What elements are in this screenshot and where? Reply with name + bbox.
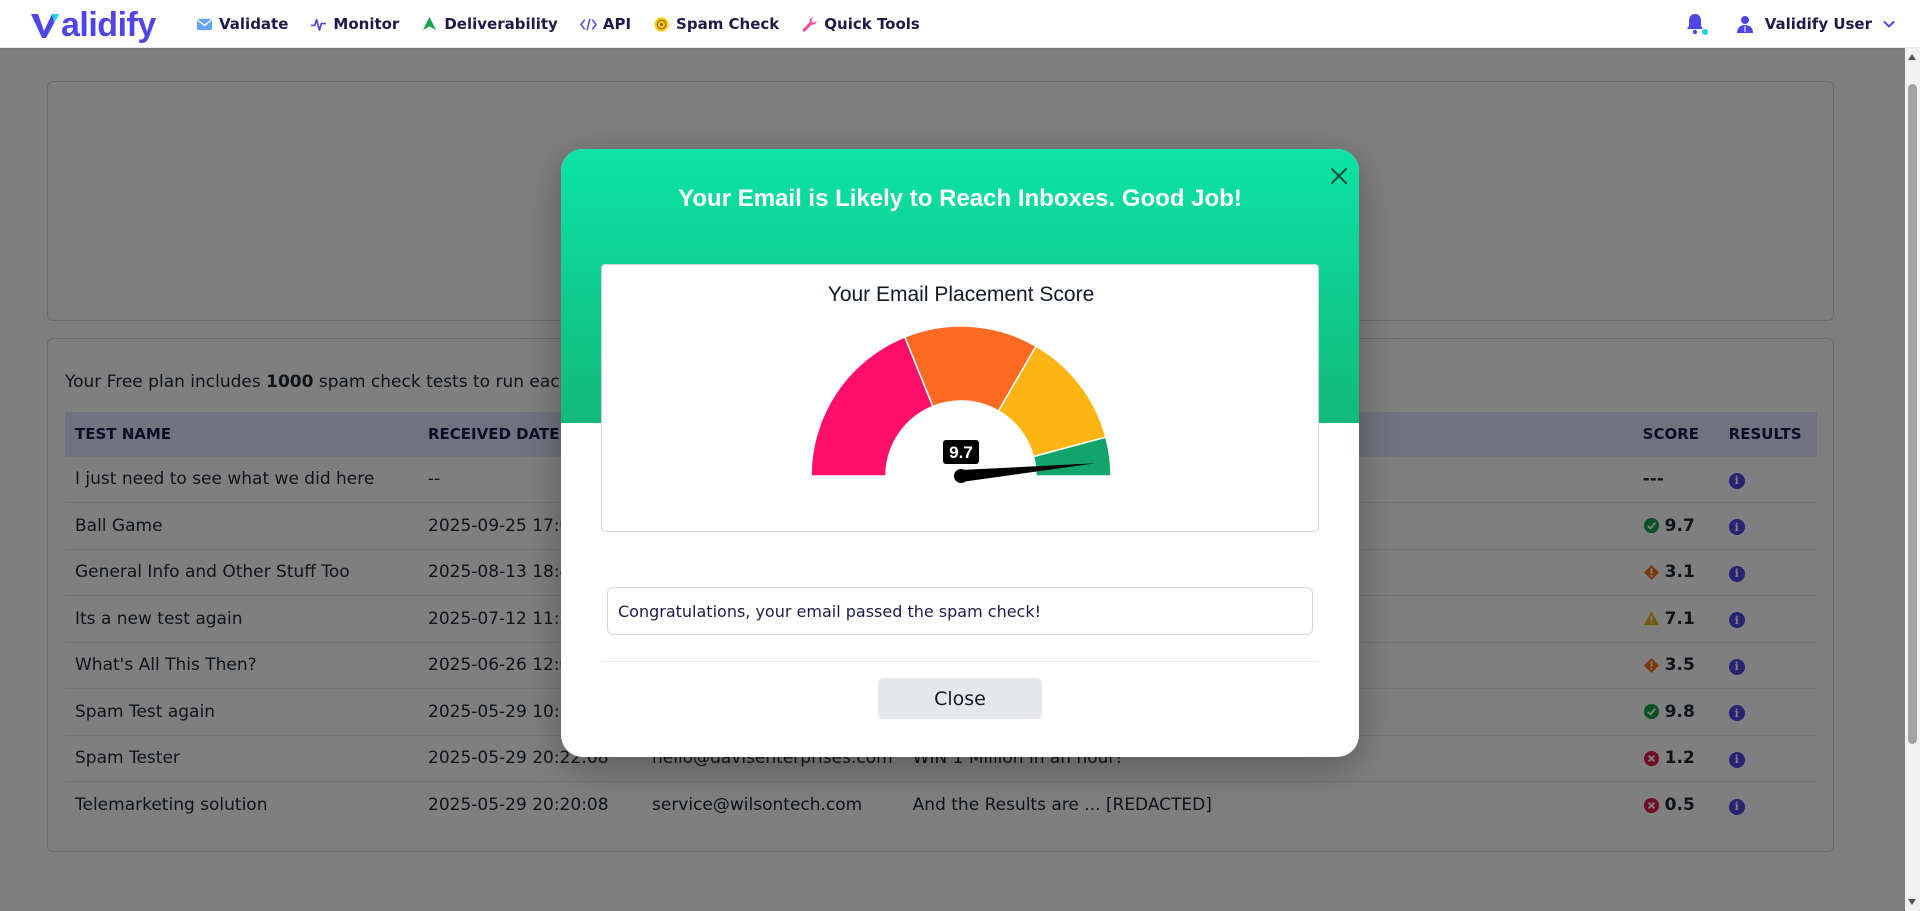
brand-name: alidify [61,6,156,44]
nav-validate[interactable]: Validate [196,15,288,33]
nav-right: Validify User [1683,0,1896,48]
nav-monitor-label: Monitor [333,15,400,33]
result-message: Congratulations, your email passed the s… [607,587,1313,635]
envelope-icon [196,18,213,30]
user-name: Validify User [1764,15,1872,33]
nav-api[interactable]: API [579,15,632,33]
top-navbar: alidify Validate Monitor Deliverability … [0,0,1920,48]
brand-logo[interactable]: alidify [30,6,156,45]
paper-plane-icon [423,16,437,30]
logo-v-icon [31,13,59,38]
user-icon [1736,16,1753,33]
notification-dot [1700,28,1709,36]
nav-api-label: API [602,15,632,33]
scroll-down-arrow[interactable] [1908,899,1916,905]
pulse-icon [311,18,327,31]
nav-deliverability[interactable]: Deliverability [421,15,558,33]
wrench-icon [802,16,817,32]
nav-spam-check[interactable]: Spam Check [653,15,779,33]
nav-monitor[interactable]: Monitor [310,15,399,33]
main-nav: Validate Monitor Deliverability API Spam… [196,0,920,48]
chevron-down-icon [1883,20,1895,28]
nav-validate-label: Validate [219,15,289,33]
user-menu[interactable]: Validify User [1735,14,1896,34]
nav-quick-tools[interactable]: Quick Tools [801,15,920,33]
spam-result-modal: Your Email is Likely to Reach Inboxes. G… [561,149,1359,757]
code-icon [579,18,597,30]
close-icon[interactable] [1324,161,1354,191]
target-icon [654,16,669,32]
scroll-up-arrow[interactable] [1908,54,1916,60]
score-gauge: 9.7 [810,325,1112,483]
score-card: Your Email Placement Score 9.7 [601,264,1319,532]
nav-deliverability-label: Deliverability [444,15,558,33]
notifications-button[interactable] [1683,12,1709,36]
gauge-value: 9.7 [949,443,973,462]
modal-divider [601,661,1319,662]
page-scrollbar[interactable] [1905,48,1920,911]
scroll-thumb[interactable] [1908,84,1917,744]
nav-quick-tools-label: Quick Tools [824,15,920,33]
gauge-hub [954,469,968,483]
close-button[interactable]: Close [878,678,1042,719]
modal-title: Your Email is Likely to Reach Inboxes. G… [678,185,1242,212]
nav-spam-check-label: Spam Check [676,15,780,33]
